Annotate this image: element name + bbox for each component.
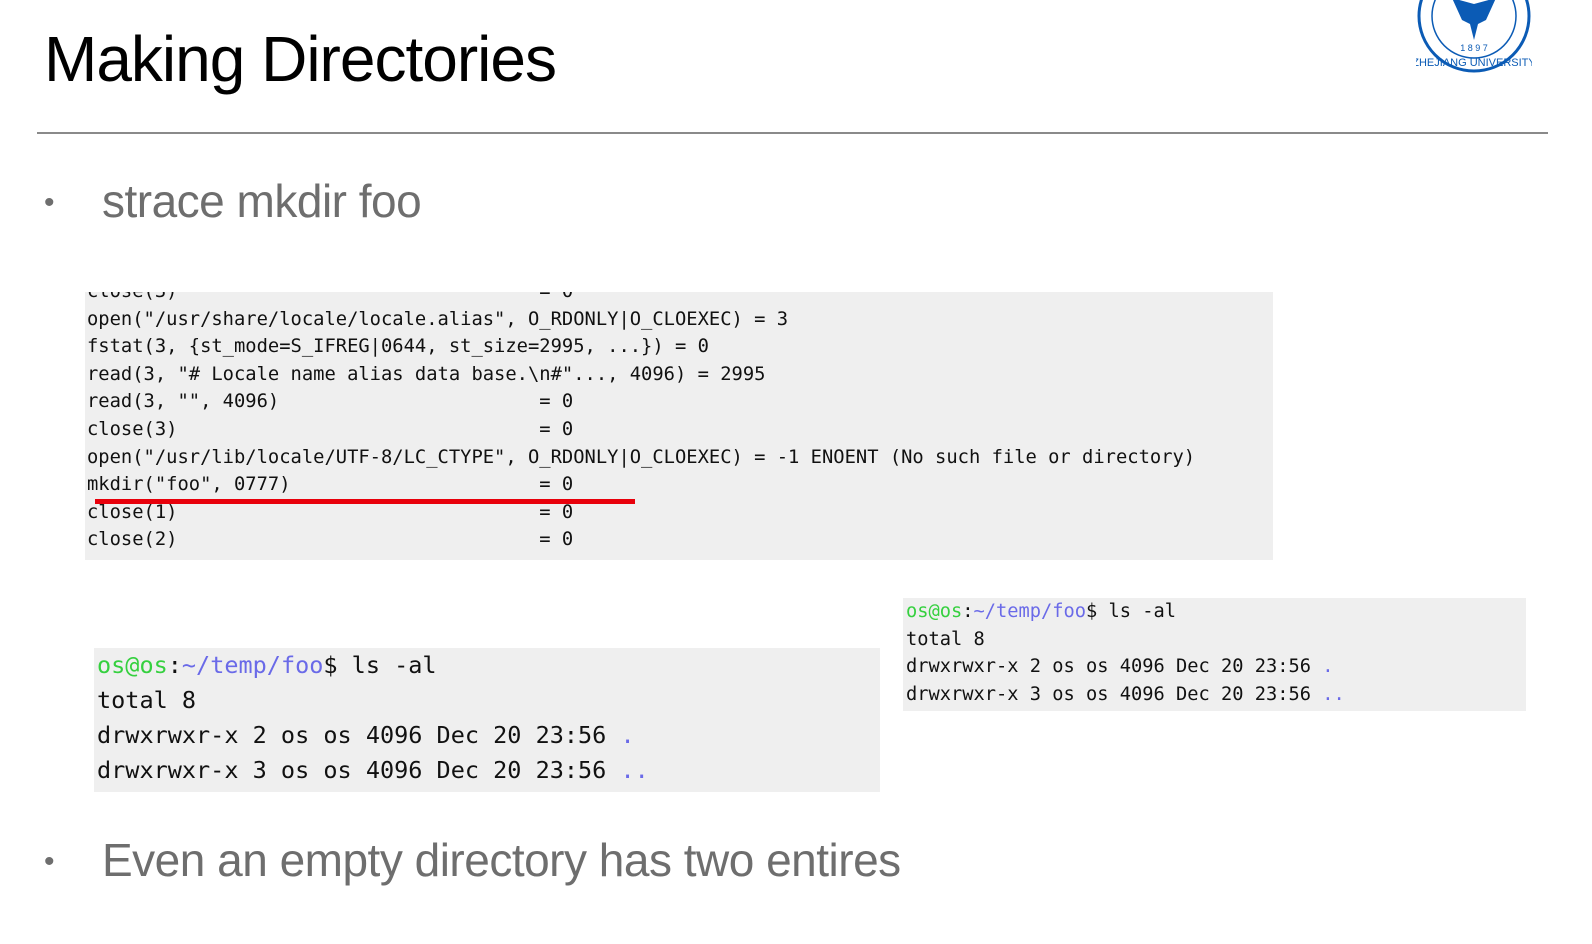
prompt-line: os@os:~/temp/foo$ ls -al (97, 648, 880, 683)
strace-line: read(3, "# Locale name alias data base.\… (87, 363, 766, 385)
prompt-sep: : (167, 651, 182, 679)
strace-line: close(2) = 0 (87, 529, 574, 551)
prompt-command: $ ls -al (1086, 601, 1177, 622)
prompt-path: ~/temp/foo (973, 601, 1087, 622)
bullet-dot: • (44, 845, 55, 878)
terminal-ls-large: os@os:~/temp/foo$ ls -al total 8 drwxrwx… (94, 648, 880, 792)
ls-row-info: drwxrwxr-x 2 os os 4096 Dec 20 23:56 (906, 656, 1323, 677)
bullet-strace: • strace mkdir foo (44, 174, 422, 232)
university-logo: 1 8 9 7 ZHEJIANG UNIVERSITY (1416, 0, 1532, 73)
slide-title: Making Directories (44, 23, 557, 95)
strace-line: close(3) = 0 (87, 292, 1273, 306)
total-line: total 8 (97, 686, 197, 714)
ls-row-name: .. (620, 756, 649, 784)
mkdir-highlight-underline (95, 499, 635, 504)
ls-row: drwxrwxr-x 2 os os 4096 Dec 20 23:56 . (97, 718, 880, 753)
title-divider (37, 132, 1548, 134)
strace-line: read(3, "", 4096) = 0 (87, 391, 574, 413)
prompt-sep: : (962, 601, 974, 622)
bullet-dot: • (44, 186, 55, 219)
strace-line: close(3) = 0 (87, 418, 574, 440)
terminal-ls-small: os@os:~/temp/foo$ ls -al total 8 drwxrwx… (903, 598, 1526, 711)
ls-row-name: . (620, 721, 635, 749)
user-host: os@os (97, 651, 168, 679)
total-line: total 8 (906, 628, 985, 650)
prompt-line: os@os:~/temp/foo$ ls -al (906, 598, 1526, 626)
ls-row-info: drwxrwxr-x 2 os os 4096 Dec 20 23:56 (97, 721, 621, 749)
svg-text:ZHEJIANG UNIVERSITY: ZHEJIANG UNIVERSITY (1416, 57, 1532, 69)
ls-row-info: drwxrwxr-x 3 os os 4096 Dec 20 23:56 (97, 756, 621, 784)
strace-output: close(3) = 0 open("/usr/share/locale/loc… (85, 292, 1273, 560)
svg-text:1 8 9 7: 1 8 9 7 (1460, 43, 1488, 53)
ls-row-info: drwxrwxr-x 3 os os 4096 Dec 20 23:56 (906, 683, 1323, 705)
ls-row: drwxrwxr-x 3 os os 4096 Dec 20 23:56 .. (906, 681, 1526, 709)
prompt-command: $ ls -al (323, 651, 437, 679)
ls-row-name: . (1322, 656, 1334, 677)
bullet-text: Even an empty directory has two entires (102, 834, 901, 886)
prompt-path: ~/temp/foo (181, 651, 324, 679)
ls-row: drwxrwxr-x 3 os os 4096 Dec 20 23:56 .. (97, 753, 880, 788)
strace-line-mkdir: mkdir("foo", 0777) = 0 (87, 474, 574, 496)
bullet-empty-dir: • Even an empty directory has two entire… (44, 833, 901, 891)
ls-row: drwxrwxr-x 2 os os 4096 Dec 20 23:56 . (906, 653, 1526, 681)
user-host: os@os (906, 601, 963, 622)
strace-line: open("/usr/lib/locale/UTF-8/LC_CTYPE", O… (87, 446, 1196, 468)
ls-row-name: .. (1322, 683, 1345, 705)
bullet-text: strace mkdir foo (102, 175, 422, 227)
strace-line: open("/usr/share/locale/locale.alias", O… (87, 308, 789, 330)
strace-line: fstat(3, {st_mode=S_IFREG|0644, st_size=… (87, 336, 709, 358)
